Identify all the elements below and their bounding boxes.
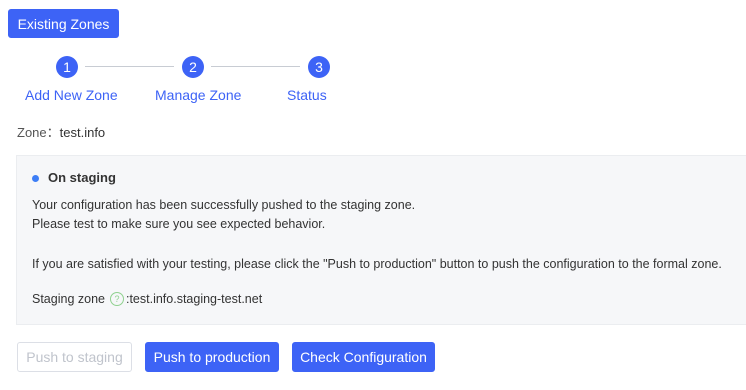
step-connector-1 (85, 66, 174, 67)
staging-zone-value: :test.info.staging-test.net (125, 292, 263, 306)
step-3-label[interactable]: Status (287, 87, 327, 103)
staging-zone-row: Staging zone ? :test.info.staging-test.n… (32, 292, 262, 306)
check-configuration-button[interactable]: Check Configuration (292, 342, 435, 372)
push-to-production-button[interactable]: Push to production (145, 342, 279, 372)
status-message-line-1: Your configuration has been successfully… (32, 198, 416, 212)
step-1-label[interactable]: Add New Zone (25, 87, 118, 103)
zone-value: test.info (59, 125, 106, 140)
status-panel: On staging Your configuration has been s… (16, 155, 746, 325)
staging-zone-label: Staging zone (32, 292, 105, 306)
status-title: On staging (48, 170, 116, 185)
status-dot-icon (32, 175, 39, 182)
step-2-label[interactable]: Manage Zone (155, 87, 241, 103)
question-circle-icon[interactable]: ? (109, 292, 124, 306)
step-1-number: 1 (56, 56, 78, 78)
zone-label: Zone： (17, 125, 60, 140)
status-message-line-3: If you are satisfied with your testing, … (32, 257, 722, 271)
push-to-staging-button[interactable]: Push to staging (17, 342, 132, 372)
zone-row: Zone：test.info (17, 122, 105, 141)
existing-zones-button[interactable]: Existing Zones (8, 9, 119, 38)
step-2-number: 2 (182, 56, 204, 78)
step-3-number: 3 (308, 56, 330, 78)
step-connector-2 (211, 66, 300, 67)
status-message-line-2: Please test to make sure you see expecte… (32, 217, 326, 231)
